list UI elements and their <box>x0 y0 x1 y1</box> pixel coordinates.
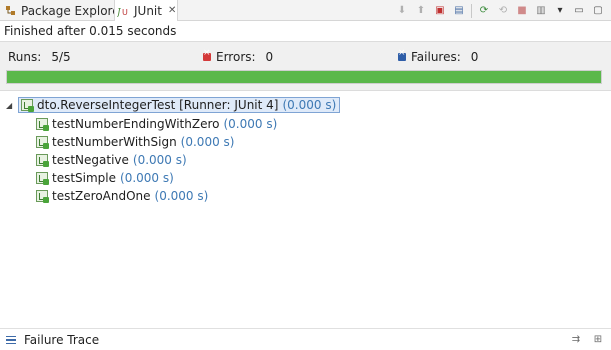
suite-name: dto.ReverseIntegerTest [Runner: JUnit 4] <box>37 98 279 112</box>
runs-counter: Runs: 5/5 <box>8 50 71 64</box>
previous-failure-icon[interactable]: ⬆ <box>414 4 428 18</box>
failure-trace-title: Failure Trace <box>6 333 99 347</box>
failure-trace-header: Failure Trace ⇉ ⊞ <box>0 328 611 350</box>
tab-package-explorer[interactable]: Package Explorer <box>4 0 125 21</box>
test-case-node[interactable]: testNumberEndingWithZero (0.000 s) <box>36 116 277 132</box>
package-explorer-icon <box>4 4 18 18</box>
failures-counter: Failures: 0 <box>398 48 479 64</box>
history-icon[interactable]: ▥ <box>534 4 548 18</box>
run-status-text: Finished after 0.015 seconds <box>4 24 177 38</box>
tab-junit[interactable]: J U JUnit ✕ <box>114 0 178 21</box>
errors-counter: Errors: 0 <box>203 48 274 64</box>
stop-icon[interactable]: ■ <box>515 4 529 18</box>
rerun-failed-first-icon[interactable]: ⟲ <box>496 4 510 18</box>
test-name: testNumberWithSign <box>52 135 177 149</box>
error-icon <box>203 48 211 61</box>
test-case-node[interactable]: testNumberWithSign (0.000 s) <box>36 134 234 150</box>
test-progress-bar <box>6 70 602 84</box>
failures-value: 0 <box>470 50 479 64</box>
test-time: (0.000 s) <box>132 153 187 167</box>
next-failure-icon[interactable]: ⬇ <box>395 4 409 18</box>
failure-trace-toolbar: ⇉ ⊞ <box>569 333 605 347</box>
test-success-icon <box>36 118 49 131</box>
test-case-node[interactable]: testSimple (0.000 s) <box>36 170 174 186</box>
svg-text:U: U <box>122 8 128 17</box>
test-success-icon <box>36 154 49 167</box>
test-success-icon <box>36 190 49 203</box>
test-name: testSimple <box>52 171 117 185</box>
collapse-icon[interactable]: ◢ <box>6 101 18 110</box>
failures-only-icon[interactable]: ▣ <box>433 4 447 18</box>
test-time: (0.000 s) <box>120 171 174 185</box>
failure-icon <box>398 48 406 61</box>
toolbar-separator <box>471 3 472 18</box>
close-icon[interactable]: ✕ <box>168 5 176 16</box>
compare-results-icon[interactable]: ⊞ <box>591 333 605 347</box>
minimize-icon[interactable]: ▭ <box>572 4 586 18</box>
failure-trace-label: Failure Trace <box>24 333 100 347</box>
test-case-node[interactable]: testZeroAndOne (0.000 s) <box>36 188 208 204</box>
test-name: testNegative <box>52 153 129 167</box>
tab-package-explorer-label: Package Explorer <box>21 3 125 18</box>
junit-toolbar: ⬇ ⬆ ▣ ▤ ⟳ ⟲ ■ ▥ ▾ ▭ ▢ <box>395 2 605 19</box>
test-time: (0.000 s) <box>223 117 278 131</box>
maximize-icon[interactable]: ▢ <box>591 4 605 18</box>
test-suite-node[interactable]: ◢ dto.ReverseIntegerTest [Runner: JUnit … <box>6 97 341 113</box>
runs-label: Runs: <box>8 50 42 64</box>
progress-bar-fill <box>7 71 601 83</box>
filter-stack-trace-icon[interactable]: ⇉ <box>569 333 583 347</box>
test-time: (0.000 s) <box>154 189 209 203</box>
test-suite-success-icon <box>21 99 34 112</box>
runs-value: 5/5 <box>51 50 71 64</box>
suite-time: (0.000 s) <box>282 98 337 112</box>
test-success-icon <box>36 136 49 149</box>
scroll-lock-icon[interactable]: ▤ <box>452 4 466 18</box>
junit-icon: J U <box>115 4 131 18</box>
view-tab-bar: Package Explorer J U JUnit ✕ ⬇ ⬆ ▣ ▤ ⟳ ⟲… <box>0 0 611 21</box>
view-menu-icon[interactable]: ▾ <box>553 4 567 18</box>
test-case-node[interactable]: testNegative (0.000 s) <box>36 152 187 168</box>
selected-suite[interactable]: dto.ReverseIntegerTest [Runner: JUnit 4]… <box>18 97 341 113</box>
test-name: testZeroAndOne <box>52 189 151 203</box>
test-name: testNumberEndingWithZero <box>52 117 220 131</box>
test-success-icon <box>36 172 49 185</box>
rerun-icon[interactable]: ⟳ <box>477 4 491 18</box>
tab-junit-label: JUnit <box>134 3 162 18</box>
errors-value: 0 <box>265 50 274 64</box>
errors-label: Errors: <box>216 50 256 64</box>
failures-label: Failures: <box>411 50 461 64</box>
stack-trace-icon <box>6 334 16 347</box>
test-time: (0.000 s) <box>180 135 235 149</box>
